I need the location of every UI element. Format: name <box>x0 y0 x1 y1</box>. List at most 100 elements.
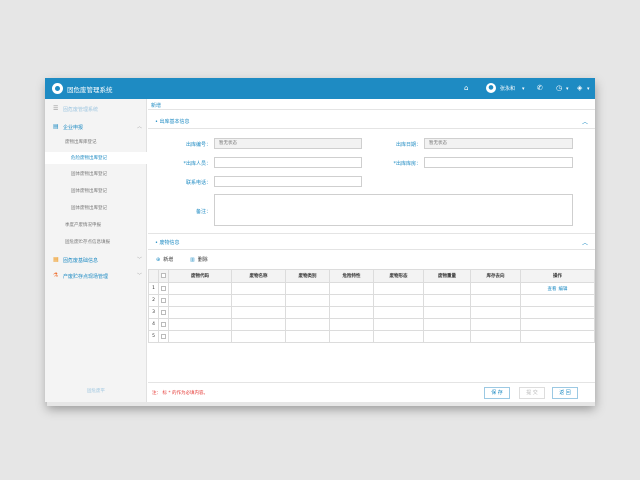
out-date-input[interactable] <box>424 138 573 149</box>
back-button[interactable]: 返 回 <box>552 387 578 399</box>
caret-down-icon[interactable]: ▾ <box>522 85 525 94</box>
row-checkbox-cell[interactable] <box>158 282 169 295</box>
table-cell <box>231 330 286 343</box>
table-cell <box>329 282 374 295</box>
table-header-cell: 废物名称 <box>231 269 286 283</box>
sidebar-footer: 固危废平 <box>87 389 105 394</box>
table-cell <box>329 318 374 331</box>
row-checkbox[interactable] <box>161 297 166 303</box>
sidebar-subitem-waste-outbound[interactable]: 废物出库库登记 <box>45 139 147 147</box>
sidebar-subitem-hazardous-outbound[interactable]: 危险废物出库登记 <box>45 152 147 164</box>
table-cell <box>470 318 521 331</box>
app-window: 固危废管理系统 ⌂ ● 张永和 ▾ ✆ ◷ ▾ ◈ ▾ ☰ 固危废管理系统 ▤ … <box>45 78 595 402</box>
chevron-up-icon[interactable]: ︿ <box>582 238 588 247</box>
breadcrumb-current[interactable]: 新增 <box>151 102 161 109</box>
out-date-label: 出库日期： <box>395 142 421 148</box>
help-icon[interactable]: ◷ <box>556 84 562 93</box>
top-header: 固危废管理系统 ⌂ ● 张永和 ▾ ✆ ◷ ▾ ◈ ▾ <box>45 78 595 99</box>
delete-row-button[interactable]: ▥ 删除 <box>190 256 208 263</box>
table-cell <box>168 330 232 343</box>
table-cell <box>423 330 471 343</box>
database-icon: ▦ <box>53 256 59 263</box>
waste-table: 废物代码 废物名称 废物类别 危险特性 废物形态 废物重量 库存去向 操作 1 … <box>148 269 595 343</box>
sidebar-subitem-solid-outbound-3[interactable]: 固体废物出库登记 <box>45 205 147 213</box>
table-header-checkbox[interactable] <box>158 269 169 283</box>
table-cell <box>285 318 330 331</box>
table-cell <box>520 294 595 307</box>
table-row[interactable]: 3 <box>148 306 595 319</box>
required-note: 注： 标 * 的作为必填内容。 <box>152 391 209 396</box>
layers-icon[interactable]: ◈ <box>577 84 582 93</box>
sidebar-subitem-solid-outbound-2[interactable]: 固体废物出库登记 <box>45 188 147 196</box>
edit-link[interactable]: 编辑 <box>559 287 568 292</box>
home-icon[interactable]: ⌂ <box>464 84 468 93</box>
table-cell <box>423 282 471 295</box>
table-cell <box>168 282 232 295</box>
chevron-up-icon[interactable]: ︿ <box>582 117 588 126</box>
sidebar-subitem-quarterly-report[interactable]: 季度产废情况申报 <box>45 222 147 230</box>
row-index: 5 <box>148 330 159 343</box>
user-icon[interactable]: ● <box>486 83 496 93</box>
row-checkbox-cell[interactable] <box>158 318 169 331</box>
person-input[interactable] <box>214 157 362 168</box>
row-actions: 查看 编辑 <box>520 282 595 295</box>
table-header-cell: 危险特性 <box>329 269 374 283</box>
row-checkbox[interactable] <box>161 333 166 339</box>
table-cell <box>470 282 521 295</box>
section-waste-info-title: • 废物信息 <box>155 240 180 246</box>
submit-button[interactable]: 提 交 <box>519 387 545 399</box>
table-cell <box>423 294 471 307</box>
table-cell <box>423 306 471 319</box>
table-row[interactable]: 4 <box>148 318 595 331</box>
sidebar-subitem-storage-info[interactable]: 固危废贮存点信息填报 <box>45 239 147 247</box>
table-cell <box>373 330 424 343</box>
section-divider <box>148 128 595 129</box>
table-cell <box>520 306 595 319</box>
username[interactable]: 张永和 <box>500 85 515 92</box>
select-all-checkbox[interactable] <box>161 273 166 278</box>
table-row[interactable]: 5 <box>148 330 595 343</box>
row-checkbox[interactable] <box>161 309 166 315</box>
caret-down-icon[interactable]: ▾ <box>566 85 569 94</box>
table-header-cell: 操作 <box>520 269 595 283</box>
form-footer: 注： 标 * 的作为必填内容。 保 存 提 交 返 回 <box>148 382 595 402</box>
table-header-cell: 废物代码 <box>168 269 232 283</box>
document-icon: ▤ <box>53 123 59 130</box>
warehouse-input[interactable] <box>424 157 573 168</box>
table-cell <box>470 294 521 307</box>
section-divider <box>148 249 595 250</box>
table-cell <box>168 306 232 319</box>
table-row[interactable]: 2 <box>148 294 595 307</box>
table-cell <box>285 282 330 295</box>
section-divider <box>148 233 595 234</box>
row-index: 2 <box>148 294 159 307</box>
table-cell <box>285 306 330 319</box>
table-header-cell: 废物类别 <box>285 269 330 283</box>
app-logo-icon <box>52 83 63 94</box>
add-row-button[interactable]: ⊕ 新增 <box>156 256 173 263</box>
row-checkbox-cell[interactable] <box>158 330 169 343</box>
table-cell <box>373 306 424 319</box>
remark-textarea[interactable] <box>214 194 573 226</box>
table-cell <box>373 282 424 295</box>
phone-icon[interactable]: ✆ <box>537 84 543 93</box>
row-index: 4 <box>148 318 159 331</box>
table-cell <box>520 318 595 331</box>
out-no-input[interactable] <box>214 138 362 149</box>
phone-label: 联系电话： <box>185 180 211 186</box>
flask-icon: ⚗ <box>53 272 59 279</box>
table-row[interactable]: 1 查看 编辑 <box>148 282 595 295</box>
row-checkbox-cell[interactable] <box>158 306 169 319</box>
row-checkbox[interactable] <box>161 285 166 291</box>
table-header-cell: 库存去向 <box>470 269 521 283</box>
save-button[interactable]: 保 存 <box>484 387 510 399</box>
phone-input[interactable] <box>214 176 362 187</box>
table-cell <box>373 294 424 307</box>
table-cell <box>329 294 374 307</box>
sidebar-subitem-solid-outbound-1[interactable]: 固体废物出库登记 <box>45 171 147 179</box>
table-cell <box>423 318 471 331</box>
row-checkbox-cell[interactable] <box>158 294 169 307</box>
caret-down-icon[interactable]: ▾ <box>587 85 590 94</box>
view-link[interactable]: 查看 <box>548 287 557 292</box>
row-checkbox[interactable] <box>161 321 166 327</box>
